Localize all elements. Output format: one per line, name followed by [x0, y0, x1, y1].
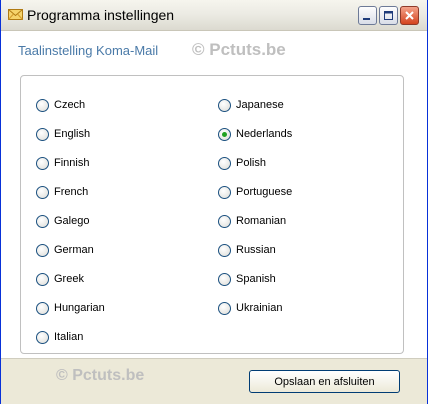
radio-label: English: [54, 128, 91, 140]
save-and-close-button[interactable]: Opslaan en afsluiten: [249, 370, 400, 393]
radio-button-icon[interactable]: [36, 214, 49, 228]
radio-label: German: [54, 244, 94, 256]
radio-label: Czech: [54, 99, 86, 111]
radio-label: Italian: [54, 331, 84, 343]
radio-french[interactable]: French: [36, 185, 88, 199]
radio-label: Portuguese: [236, 186, 293, 198]
radio-finnish[interactable]: Finnish: [36, 156, 89, 170]
radio-portuguese[interactable]: Portuguese: [218, 185, 292, 199]
radio-button-icon[interactable]: [36, 301, 49, 315]
watermark-bottom: © Pctuts.be: [56, 367, 145, 384]
radio-button-icon[interactable]: [36, 185, 49, 199]
radio-button-icon[interactable]: [218, 127, 231, 141]
radio-spanish[interactable]: Spanish: [218, 272, 276, 286]
radio-nederlands[interactable]: Nederlands: [218, 127, 292, 141]
radio-button-icon[interactable]: [218, 214, 231, 228]
radio-ukrainian[interactable]: Ukrainian: [218, 301, 282, 315]
radio-button-icon[interactable]: [218, 272, 231, 286]
radio-label: Polish: [236, 157, 266, 169]
radio-label: Ukrainian: [236, 302, 283, 314]
radio-button-icon[interactable]: [218, 243, 231, 257]
radio-polish[interactable]: Polish: [218, 156, 266, 170]
radio-hungarian[interactable]: Hungarian: [36, 301, 105, 315]
title-bar[interactable]: Programma instellingen: [1, 0, 427, 31]
radio-button-icon[interactable]: [36, 243, 49, 257]
radio-button-icon[interactable]: [36, 330, 49, 344]
radio-japanese[interactable]: Japanese: [218, 98, 284, 112]
radio-greek[interactable]: Greek: [36, 272, 84, 286]
minimize-icon: [363, 18, 370, 20]
bottom-bar: © Pctuts.be Opslaan en afsluiten: [1, 358, 427, 404]
radio-button-icon[interactable]: [218, 156, 231, 170]
close-icon: [405, 11, 414, 20]
close-button[interactable]: [400, 6, 419, 25]
radio-label: Finnish: [54, 157, 90, 169]
radio-label: Galego: [54, 215, 90, 227]
radio-label: Romanian: [236, 215, 287, 227]
radio-label: Spanish: [236, 273, 276, 285]
radio-button-icon[interactable]: [218, 301, 231, 315]
radio-english[interactable]: English: [36, 127, 90, 141]
radio-russian[interactable]: Russian: [218, 243, 276, 257]
radio-button-icon[interactable]: [36, 272, 49, 286]
radio-romanian[interactable]: Romanian: [218, 214, 286, 228]
radio-label: Russian: [236, 244, 276, 256]
radio-label: Greek: [54, 273, 84, 285]
maximize-icon: [384, 11, 393, 20]
radio-button-icon[interactable]: [218, 185, 231, 199]
radio-button-icon[interactable]: [36, 98, 49, 112]
radio-button-icon[interactable]: [36, 127, 49, 141]
radio-label: French: [54, 186, 89, 198]
radio-button-icon[interactable]: [218, 98, 231, 112]
maximize-button[interactable]: [379, 6, 398, 25]
section-label: Taalinstelling Koma-Mail: [18, 43, 159, 58]
radio-label: Nederlands: [236, 128, 293, 140]
settings-window: Programma instellingen Taalinstelling Ko…: [0, 0, 428, 404]
radio-german[interactable]: German: [36, 243, 94, 257]
content-area: Taalinstelling Koma-Mail © Pctuts.be Cze…: [1, 31, 427, 358]
window-title: Programma instellingen: [27, 7, 175, 23]
radio-czech[interactable]: Czech: [36, 98, 85, 112]
radio-italian[interactable]: Italian: [36, 330, 83, 344]
radio-button-icon[interactable]: [36, 156, 49, 170]
watermark-top: © Pctuts.be: [192, 40, 286, 59]
radio-galego[interactable]: Galego: [36, 214, 89, 228]
radio-label: Hungarian: [54, 302, 105, 314]
minimize-button[interactable]: [358, 6, 377, 25]
language-group: Czech English Finnish French Galego German Gre…: [20, 75, 404, 354]
mail-icon: [8, 9, 23, 20]
radio-label: Japanese: [236, 99, 284, 111]
